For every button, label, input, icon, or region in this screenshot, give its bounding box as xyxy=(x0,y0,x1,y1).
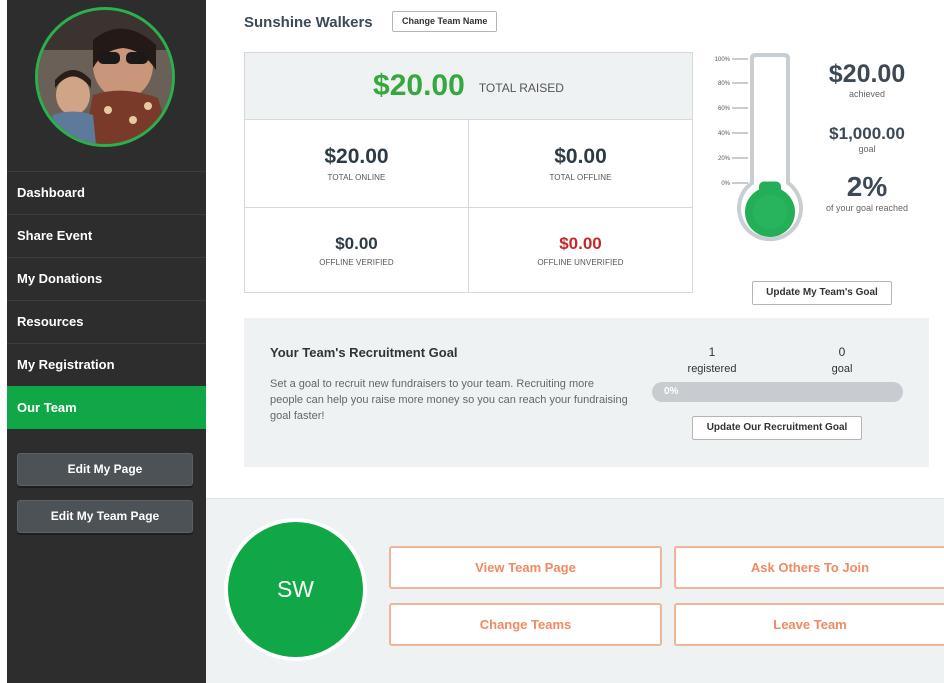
thermo-tick-60: 60% xyxy=(718,106,731,112)
leave-team-button[interactable]: Leave Team xyxy=(674,603,944,646)
ask-others-to-join-button[interactable]: Ask Others To Join xyxy=(674,546,944,589)
total-online-cell: $20.00 TOTAL ONLINE xyxy=(245,120,468,207)
offline-unverified-amount: $0.00 xyxy=(559,233,602,253)
thermo-tick-40: 40% xyxy=(718,131,731,137)
recruitment-progress-bar: 0% xyxy=(652,382,903,402)
update-recruitment-goal-button[interactable]: Update Our Recruitment Goal xyxy=(692,416,862,440)
sidebar-item-share-event[interactable]: Share Event xyxy=(7,214,206,257)
sidebar-item-my-registration[interactable]: My Registration xyxy=(7,343,206,386)
registered-label: registered xyxy=(687,363,737,375)
total-offline-label: TOTAL OFFLINE xyxy=(549,173,612,182)
online-offline-row: $20.00 TOTAL ONLINE $0.00 TOTAL OFFLINE xyxy=(245,120,692,208)
achieved-label: achieved xyxy=(848,89,886,99)
update-team-goal-button[interactable]: Update My Team's Goal xyxy=(752,281,892,305)
thermo-tick-100: 100% xyxy=(715,57,731,63)
sidebar-item-our-team[interactable]: Our Team xyxy=(7,386,206,429)
thermo-tick-20: 20% xyxy=(718,156,731,162)
goal-percent-label: of your goal reached xyxy=(825,203,909,213)
recruitment-goal-label: goal xyxy=(831,363,853,375)
edit-my-team-page-button[interactable]: Edit My Team Page xyxy=(17,500,193,533)
thermo-tick-0: 0% xyxy=(721,181,730,187)
goal-label: goal xyxy=(858,144,876,154)
offline-verified-label: OFFLINE VERIFIED xyxy=(319,257,394,267)
team-initials-avatar: SW xyxy=(224,518,367,661)
sidebar-nav: Dashboard Share Event My Donations Resou… xyxy=(7,171,206,429)
team-name-title: Sunshine Walkers xyxy=(244,14,373,31)
offline-verified-cell: $0.00 OFFLINE VERIFIED xyxy=(245,208,468,292)
achieved-amount: $20.00 xyxy=(828,60,906,88)
total-raised-row: $20.00 TOTAL RAISED xyxy=(245,53,692,120)
profile-avatar[interactable] xyxy=(35,7,175,147)
recruitment-progress-text: 0% xyxy=(664,386,679,397)
change-teams-button[interactable]: Change Teams xyxy=(389,603,662,646)
thermo-tick-80: 80% xyxy=(718,81,731,87)
sidebar: Dashboard Share Event My Donations Resou… xyxy=(7,0,206,683)
sidebar-item-dashboard[interactable]: Dashboard xyxy=(7,171,206,214)
recruitment-goal-panel: Your Team's Recruitment Goal Set a goal … xyxy=(244,318,929,467)
goal-summary: $20.00 achieved $1,000.00 goal 2% of you… xyxy=(812,60,922,213)
fundraising-totals-panel: $20.00 TOTAL RAISED $20.00 TOTAL ONLINE … xyxy=(244,52,693,293)
total-raised-label: TOTAL RAISED xyxy=(478,81,564,95)
total-raised-amount: $20.00 xyxy=(373,69,465,102)
goal-amount: $1,000.00 xyxy=(829,124,905,143)
total-online-label: TOTAL ONLINE xyxy=(327,173,386,182)
total-online-amount: $20.00 xyxy=(324,145,389,168)
total-offline-cell: $0.00 TOTAL OFFLINE xyxy=(468,120,692,207)
view-team-page-button[interactable]: View Team Page xyxy=(389,546,662,589)
offline-verified-amount: $0.00 xyxy=(335,233,378,253)
edit-my-page-button[interactable]: Edit My Page xyxy=(17,453,193,486)
total-offline-amount: $0.00 xyxy=(554,145,607,168)
recruitment-description: Set a goal to recruit new fundraisers to… xyxy=(270,378,628,422)
offline-verification-row: $0.00 OFFLINE VERIFIED $0.00 OFFLINE UNV… xyxy=(245,208,692,292)
registered-count: 1 xyxy=(708,345,716,359)
offline-unverified-cell: $0.00 OFFLINE UNVERIFIED xyxy=(468,208,692,292)
goal-percent: 2% xyxy=(846,171,888,202)
sidebar-item-my-donations[interactable]: My Donations xyxy=(7,257,206,300)
profile-photo-image xyxy=(38,10,172,144)
sidebar-item-resources[interactable]: Resources xyxy=(7,300,206,343)
change-team-name-button[interactable]: Change Team Name xyxy=(392,11,498,32)
team-initials: SW xyxy=(228,522,363,657)
recruitment-title: Your Team's Recruitment Goal xyxy=(270,345,458,360)
offline-unverified-label: OFFLINE UNVERIFIED xyxy=(537,257,624,267)
goal-thermometer: 100% 80% 60% 40% 20% 0% xyxy=(708,50,808,250)
recruitment-goal-count: 0 xyxy=(838,345,846,359)
